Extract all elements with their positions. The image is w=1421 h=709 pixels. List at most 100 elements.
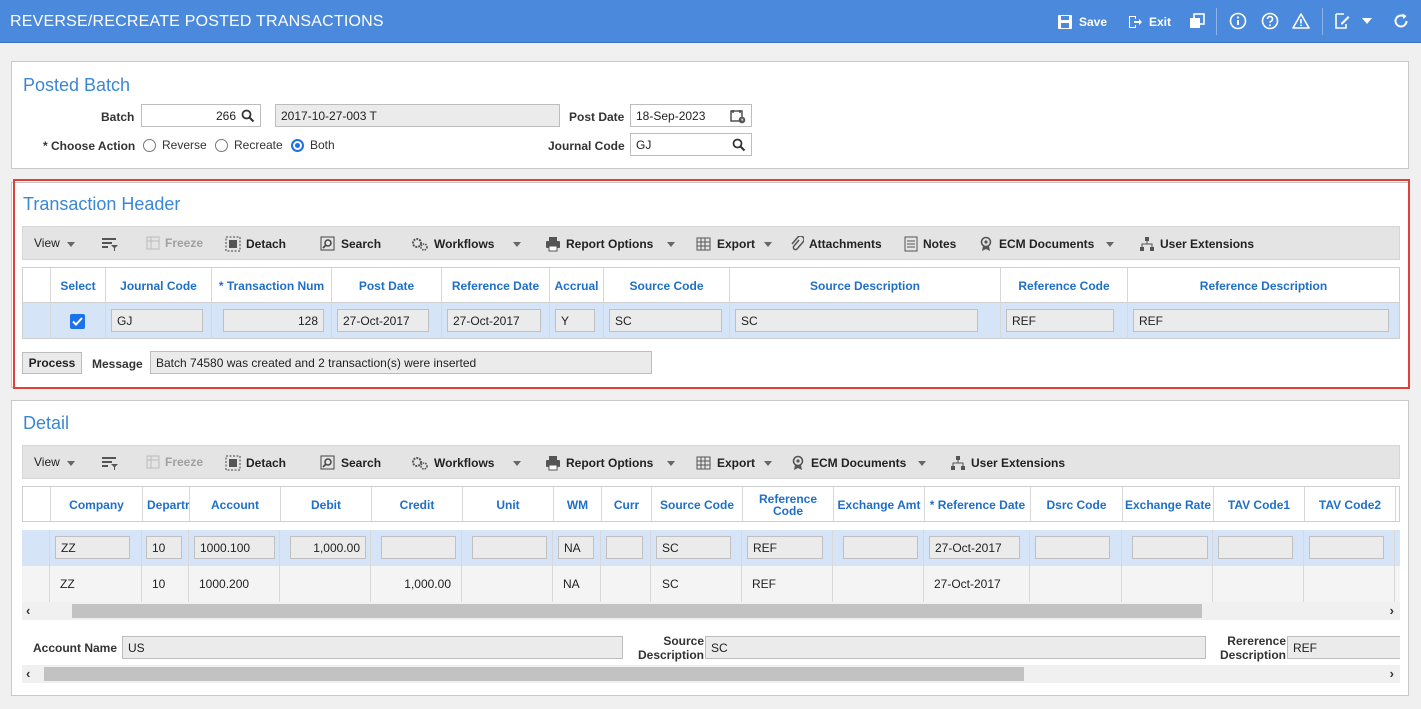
scroll-right-icon[interactable]: › xyxy=(1390,666,1394,681)
detail-grid-header: Company Departr Account Debit Credit Uni… xyxy=(22,486,1400,522)
calendar-icon[interactable] xyxy=(730,109,746,124)
help-icon[interactable] xyxy=(1260,11,1280,31)
source-code-cell[interactable]: SC xyxy=(656,536,731,559)
journal-code-label: Journal Code xyxy=(548,139,625,153)
exit-button[interactable]: Exit xyxy=(1127,13,1171,31)
col-tav-code2[interactable]: TAV Code2 xyxy=(1305,487,1396,521)
warning-icon[interactable] xyxy=(1291,11,1311,31)
detach-icon xyxy=(225,455,241,471)
detail-toolbar: View Freeze Detach Search Workflows Repo… xyxy=(22,445,1400,479)
credit-cell[interactable] xyxy=(381,536,456,559)
wm-cell[interactable]: NA xyxy=(558,536,594,559)
curr-cell[interactable] xyxy=(606,536,643,559)
edit-icon[interactable] xyxy=(1332,11,1352,31)
col-exchange-amt[interactable]: Exchange Amt xyxy=(834,487,925,521)
reference-date-cell[interactable]: 27-Oct-2017 xyxy=(929,536,1020,559)
dsrc-code-cell[interactable] xyxy=(1035,536,1110,559)
batch-description: 2017-10-27-003 T xyxy=(275,104,560,127)
unit-cell[interactable] xyxy=(472,536,547,559)
col-unit[interactable]: Unit xyxy=(463,487,554,521)
col-company[interactable]: Company xyxy=(51,487,143,521)
source-code-cell: SC xyxy=(662,577,679,591)
chevron-down-icon[interactable] xyxy=(1357,11,1377,31)
user-extensions-button[interactable]: User Extensions xyxy=(950,455,1065,471)
reference-code-cell: REF xyxy=(752,577,776,591)
tav-code2-cell[interactable] xyxy=(1309,536,1384,559)
export-button[interactable]: Export xyxy=(696,455,755,471)
filter-icon[interactable] xyxy=(101,455,119,471)
reference-date-cell: 27-Oct-2017 xyxy=(934,577,1001,591)
col-tav-code1[interactable]: TAV Code1 xyxy=(1214,487,1305,521)
print-icon xyxy=(546,456,560,471)
batch-label: Batch xyxy=(101,110,135,124)
batch-input[interactable]: 266 xyxy=(141,104,261,127)
col-exchange-rate[interactable]: Exchange Rate xyxy=(1123,487,1214,521)
exchange-amt-cell[interactable] xyxy=(843,536,918,559)
posted-batch-panel: Posted Batch Batch 266 2017-10-27-003 T … xyxy=(11,61,1409,169)
company-cell[interactable]: ZZ xyxy=(55,536,130,559)
post-date-input[interactable]: 18-Sep-2023 xyxy=(630,104,752,127)
save-label: Save xyxy=(1079,15,1108,29)
refresh-icon[interactable] xyxy=(1391,11,1411,31)
detail-grid-scrollbar[interactable]: ‹ › xyxy=(22,602,1400,620)
detail-panel-scrollbar[interactable]: ‹ › xyxy=(22,665,1400,683)
exchange-rate-cell[interactable] xyxy=(1132,536,1208,559)
tav-code1-cell[interactable] xyxy=(1218,536,1293,559)
freeze-icon xyxy=(146,455,160,469)
search-icon[interactable] xyxy=(732,138,746,152)
detail-panel: Detail View Freeze Detach Search Workflo… xyxy=(11,400,1409,696)
col-source-code[interactable]: Source Code xyxy=(652,487,743,521)
save-icon xyxy=(1058,15,1072,29)
col-account[interactable]: Account xyxy=(190,487,281,521)
gear-icon xyxy=(412,457,428,470)
col-curr[interactable]: Curr xyxy=(602,487,652,521)
search-button[interactable]: Search xyxy=(320,455,381,471)
table-row[interactable]: ZZ 10 1000.100 1,000.00 NA SC REF 27-Oct… xyxy=(22,530,1400,566)
recreate-radio[interactable]: Recreate xyxy=(215,138,283,152)
table-row[interactable]: ZZ 10 1000.200 1,000.00 NA SC REF 27-Oct… xyxy=(22,566,1400,602)
account-name-field: US xyxy=(122,636,623,659)
highlight-frame xyxy=(13,179,1410,389)
copy-icon[interactable] xyxy=(1187,11,1207,31)
view-menu[interactable]: View xyxy=(34,455,60,469)
detach-button[interactable]: Detach xyxy=(225,455,286,471)
journal-code-input[interactable]: GJ xyxy=(630,133,752,156)
scrollbar-thumb[interactable] xyxy=(44,667,1024,681)
report-options-button[interactable]: Report Options xyxy=(545,455,653,471)
radio-reverse-dot[interactable] xyxy=(143,138,156,152)
save-button[interactable]: Save xyxy=(1057,13,1107,31)
hierarchy-icon xyxy=(951,456,965,470)
title-bar: REVERSE/RECREATE POSTED TRANSACTIONS Sav… xyxy=(0,0,1421,43)
radio-recreate-dot[interactable] xyxy=(215,138,228,152)
workflows-button[interactable]: Workflows xyxy=(411,455,494,471)
info-icon[interactable] xyxy=(1228,11,1248,31)
reverse-radio[interactable]: Reverse xyxy=(143,138,207,152)
ecm-icon xyxy=(792,455,804,470)
company-cell: ZZ xyxy=(60,577,75,591)
reference-code-cell[interactable]: REF xyxy=(747,536,823,559)
freeze-button[interactable]: Freeze xyxy=(146,455,203,469)
account-cell: 1000.200 xyxy=(199,577,250,591)
department-cell[interactable]: 10 xyxy=(146,536,182,559)
ecm-documents-button[interactable]: ECM Documents xyxy=(790,455,906,471)
search-icon[interactable] xyxy=(241,109,255,123)
col-reference-date[interactable]: * Reference Date xyxy=(925,487,1031,521)
col-department[interactable]: Departr xyxy=(143,487,190,521)
both-radio[interactable]: Both xyxy=(291,138,335,152)
col-credit[interactable]: Credit xyxy=(372,487,463,521)
radio-both-dot[interactable] xyxy=(291,138,304,152)
scroll-left-icon[interactable]: ‹ xyxy=(26,666,30,681)
detail-title: Detail xyxy=(23,413,70,433)
scrollbar-thumb[interactable] xyxy=(72,604,1202,618)
search-icon xyxy=(320,455,335,470)
scroll-left-icon[interactable]: ‹ xyxy=(26,603,30,618)
col-reference-code[interactable]: Reference Code xyxy=(743,487,834,521)
col-dsrc-code[interactable]: Dsrc Code xyxy=(1031,487,1123,521)
account-cell[interactable]: 1000.100 xyxy=(194,536,275,559)
scroll-right-icon[interactable]: › xyxy=(1390,603,1394,618)
col-wm[interactable]: WM xyxy=(554,487,602,521)
col-debit[interactable]: Debit xyxy=(281,487,372,521)
debit-cell[interactable]: 1,000.00 xyxy=(290,536,366,559)
source-description-label: Source Description xyxy=(637,634,704,662)
export-icon xyxy=(696,456,711,470)
